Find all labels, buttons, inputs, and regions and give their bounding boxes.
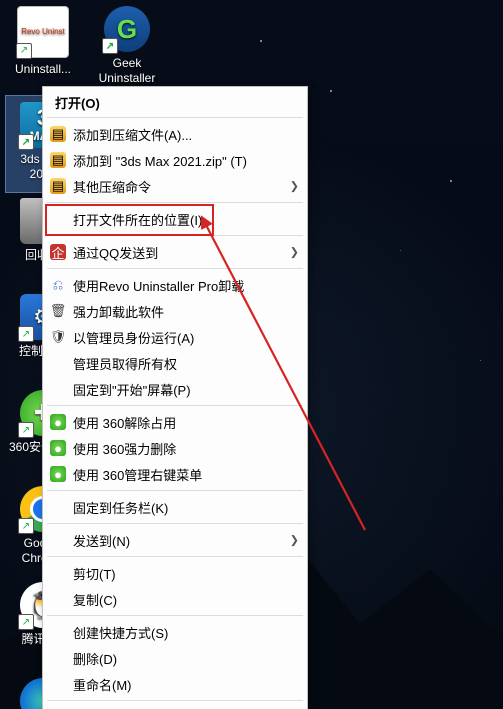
menu-item[interactable]: ⎌ 使用Revo Uninstaller Pro卸载 <box>45 272 305 298</box>
menu-item[interactable]: 固定到"开始"屏幕(P) <box>45 376 305 402</box>
qq-icon: 企 <box>50 244 66 260</box>
menu-item-label: 添加到 "3ds Max 2021.zip" (T) <box>73 151 247 170</box>
desktop-icon-uninst[interactable]: Revo Uninst↗ Uninstall... <box>6 0 80 96</box>
menu-item-label: 以管理员身份运行(A) <box>73 328 194 347</box>
menu-item[interactable]: ▤ 添加到压缩文件(A)... <box>45 121 305 147</box>
shortcut-badge-icon: ↗ <box>102 38 118 54</box>
forcerm-icon: 🗑 <box>50 303 66 319</box>
menu-item-label: 强力卸载此软件 <box>73 302 164 321</box>
shortcut-badge-icon: ↗ <box>18 422 34 438</box>
menu-separator <box>47 202 303 203</box>
menu-separator <box>47 117 303 118</box>
desktop-icon-label: Uninstall... <box>7 62 79 77</box>
menu-item-label: 通过QQ发送到 <box>73 243 158 262</box>
menu-item[interactable]: 发送到(N) ❯ <box>45 527 305 553</box>
menu-item[interactable]: 管理员取得所有权 <box>45 350 305 376</box>
uninst-icon: Revo Uninst↗ <box>17 6 69 58</box>
menu-item-label: 打开文件所在的位置(I) <box>73 210 202 229</box>
menu-item-label: 固定到"开始"屏幕(P) <box>73 380 191 399</box>
menu-item[interactable]: ● 使用 360管理右键菜单 <box>45 461 305 487</box>
menu-item[interactable]: 复制(C) <box>45 586 305 612</box>
submenu-arrow-icon: ❯ <box>290 180 299 193</box>
360-icon: ● <box>50 466 66 482</box>
menu-item-label: 管理员取得所有权 <box>73 354 177 373</box>
revo-icon: ⎌ <box>50 277 66 293</box>
menu-separator <box>47 700 303 701</box>
shortcut-badge-icon: ↗ <box>18 518 34 534</box>
menu-item-label: 删除(D) <box>73 649 117 668</box>
zip-icon: ▤ <box>50 126 66 142</box>
menu-item[interactable]: 剪切(T) <box>45 560 305 586</box>
menu-item[interactable]: 删除(D) <box>45 645 305 671</box>
menu-item[interactable]: ▤ 其他压缩命令 ❯ <box>45 173 305 199</box>
menu-item[interactable]: 创建快捷方式(S) <box>45 619 305 645</box>
menu-item[interactable]: 🗑 强力卸载此软件 <box>45 298 305 324</box>
menu-separator <box>47 523 303 524</box>
desktop-icons-column-2: G↗ Geek Uninstaller <box>90 0 164 96</box>
menu-item[interactable]: 🛡 以管理员身份运行(A) <box>45 324 305 350</box>
shield-icon: 🛡 <box>50 329 66 345</box>
shortcut-badge-icon: ↗ <box>18 134 34 150</box>
shortcut-badge-icon: ↗ <box>16 43 32 59</box>
menu-item-label: 剪切(T) <box>73 564 116 583</box>
menu-item[interactable]: 打开文件所在的位置(I) <box>45 206 305 232</box>
context-menu: 打开(O) ▤ 添加到压缩文件(A)... ▤ 添加到 "3ds Max 2021.zi… <box>42 86 308 709</box>
menu-separator <box>47 490 303 491</box>
menu-item[interactable]: 重命名(M) <box>45 671 305 697</box>
shortcut-badge-icon: ↗ <box>18 614 34 630</box>
menu-item-label: 添加到压缩文件(A)... <box>73 125 192 144</box>
menu-item-label: 使用 360强力删除 <box>73 439 176 458</box>
zip-icon: ▤ <box>50 178 66 194</box>
360-icon: ● <box>50 440 66 456</box>
geek-icon: G↗ <box>104 6 150 52</box>
desktop-icon-geek[interactable]: G↗ Geek Uninstaller <box>90 0 164 96</box>
menu-separator <box>47 556 303 557</box>
menu-item-label: 使用 360管理右键菜单 <box>73 465 202 484</box>
menu-item[interactable]: ▤ 添加到 "3ds Max 2021.zip" (T) <box>45 147 305 173</box>
zip-icon: ▤ <box>50 152 66 168</box>
menu-separator <box>47 235 303 236</box>
submenu-arrow-icon: ❯ <box>290 246 299 259</box>
menu-item-label: 重命名(M) <box>73 675 132 694</box>
submenu-arrow-icon: ❯ <box>290 534 299 547</box>
menu-item-label: 发送到(N) <box>73 531 130 550</box>
menu-item[interactable]: ● 使用 360强力删除 <box>45 435 305 461</box>
menu-separator <box>47 268 303 269</box>
desktop-icon-label: Geek Uninstaller <box>91 56 163 86</box>
menu-separator <box>47 615 303 616</box>
menu-header-open[interactable]: 打开(O) <box>45 90 305 114</box>
menu-item-label: 创建快捷方式(S) <box>73 623 168 642</box>
360-icon: ● <box>50 414 66 430</box>
menu-item[interactable]: 企通过QQ发送到 ❯ <box>45 239 305 265</box>
menu-item-label: 固定到任务栏(K) <box>73 498 168 517</box>
menu-item-label: 使用 360解除占用 <box>73 413 176 432</box>
menu-item[interactable]: 固定到任务栏(K) <box>45 494 305 520</box>
menu-item[interactable]: ● 使用 360解除占用 <box>45 409 305 435</box>
menu-item-label: 使用Revo Uninstaller Pro卸载 <box>73 276 244 295</box>
menu-separator <box>47 405 303 406</box>
shortcut-badge-icon: ↗ <box>18 326 34 342</box>
menu-item-label: 复制(C) <box>73 590 117 609</box>
menu-item[interactable]: 属性(R) <box>45 704 305 709</box>
menu-item-label: 其他压缩命令 <box>73 177 151 196</box>
